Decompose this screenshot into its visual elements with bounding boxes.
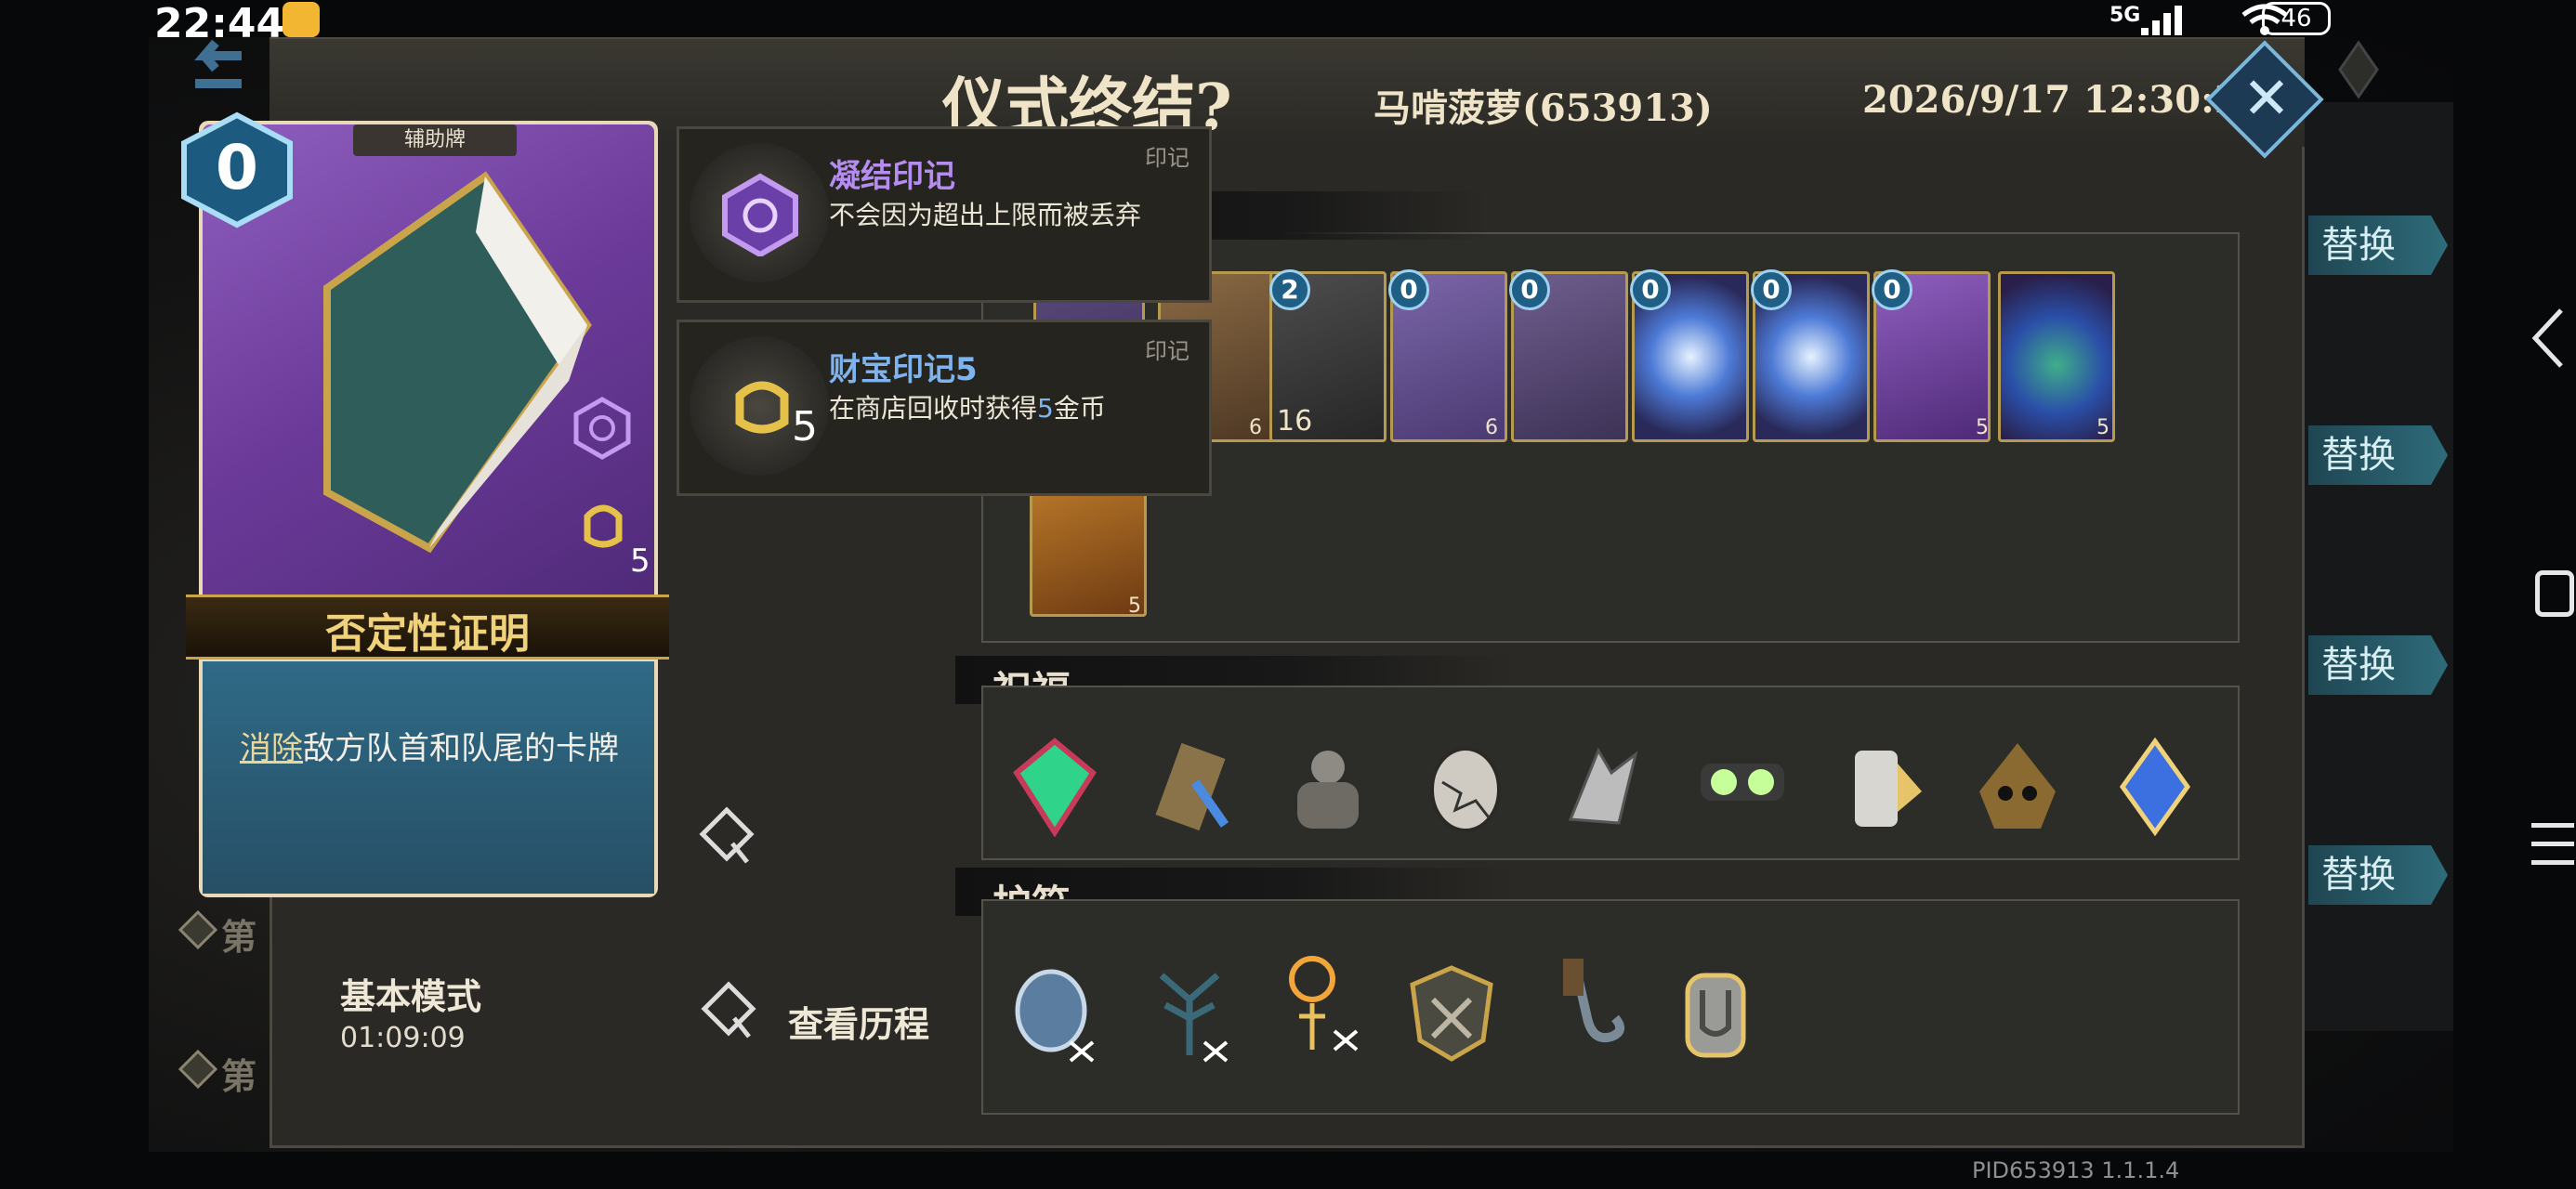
deck-card-2-number: 6 (1485, 416, 1498, 439)
tooltip-treasure-icon-value: 5 (792, 403, 818, 451)
view-history-button[interactable]: 查看历程 (788, 996, 929, 1047)
notification-app-icon (283, 2, 320, 37)
replace-button-2[interactable]: 替换 (2308, 425, 2448, 485)
scroll-blade-icon[interactable] (1139, 736, 1242, 838)
card-keyword-link[interactable]: 消除 (240, 730, 303, 767)
deck-card-2-cost: 0 (1388, 269, 1429, 310)
golden-halo-icon[interactable] (1273, 951, 1366, 1053)
deck-card-1-stat: 16 (1277, 405, 1313, 438)
card-description-rest: 敌方队首和队尾的卡牌 (303, 730, 619, 767)
replace-button-4[interactable]: 替换 (2308, 845, 2448, 905)
map-marker-icon (699, 806, 755, 864)
deck-card-7-number: 5 (2096, 416, 2109, 439)
card-name: 否定性证明 (325, 610, 530, 658)
stage-label-1: 第 (221, 916, 257, 958)
tooltip-coagulation-desc: 不会因为超出上限而被丢弃 (829, 200, 1142, 230)
network-type-label: 5G (2109, 4, 2141, 27)
deck-card-1-cost: 2 (1269, 269, 1310, 310)
tooltip-coagulation-tag: 印记 (1145, 145, 1189, 171)
book-art-icon (323, 171, 592, 554)
deck-card-5-cost: 0 (1751, 269, 1792, 310)
hook-hand-icon[interactable] (1537, 953, 1630, 1055)
run-timer: 01:09:09 (340, 1022, 466, 1054)
ornament-icon (2338, 40, 2379, 99)
stage-diamond-icon-2 (178, 1050, 217, 1089)
deck-card-row2-1-number: 5 (1128, 594, 1141, 618)
card-type-label: 辅助牌 (353, 124, 517, 156)
cracked-egg-icon[interactable] (1414, 736, 1517, 838)
card-cost: 0 (216, 132, 258, 203)
dark-antler-icon[interactable] (1143, 962, 1236, 1065)
back-arrow-icon[interactable] (177, 37, 260, 102)
treasure-mark-value: 5 (630, 542, 651, 580)
replace-button-1[interactable]: 替换 (2308, 216, 2448, 275)
deck-card-6-cost: 0 (1872, 269, 1912, 310)
hooded-mask-icon[interactable] (1966, 736, 2069, 838)
signal-icon (2141, 6, 2182, 35)
history-icon[interactable] (701, 981, 756, 1040)
blue-crystal-icon[interactable] (2104, 736, 2206, 838)
tooltip-treasure-tag: 印记 (1145, 338, 1189, 364)
player-name: 马啃菠萝(653913) (1373, 86, 1713, 130)
treasure-tooltip-icon (735, 381, 789, 434)
goggles-icon[interactable] (1691, 736, 1794, 838)
close-icon[interactable]: ✕ (2234, 61, 2299, 136)
green-gem-icon[interactable] (1004, 736, 1106, 838)
treasure-mark-icon (584, 504, 623, 548)
replace-button-3[interactable]: 替换 (2308, 635, 2448, 695)
build-id: PID653913 1.1.1.4 (1972, 1157, 2180, 1183)
back-nav-icon[interactable] (2530, 307, 2567, 370)
golem-icon[interactable] (1277, 736, 1379, 838)
coagulation-tooltip-icon (722, 173, 798, 256)
tooltip-coagulation-title: 凝结印记 (829, 158, 955, 195)
mode-label: 基本模式 (340, 976, 482, 1017)
card-description-panel (203, 661, 654, 894)
menu-nav-icon[interactable] (2531, 817, 2574, 869)
winged-armor-icon[interactable] (1827, 736, 1929, 838)
blue-stone-icon[interactable] (1009, 962, 1102, 1065)
deck-card-3-cost: 0 (1509, 269, 1550, 310)
silver-gauntlet-icon[interactable] (1669, 962, 1762, 1065)
tooltip-treasure-desc: 在商店回收时获得5金币 (829, 393, 1106, 424)
card-description: 消除敌方队首和队尾的卡牌 (225, 725, 634, 773)
home-nav-icon[interactable] (2535, 570, 2574, 617)
battery-indicator: 46 (2262, 2, 2331, 35)
deck-card-partial-number: 6 (1249, 416, 1262, 439)
coagulation-mark-icon (573, 397, 631, 460)
deck-card-6-number: 5 (1976, 416, 1989, 439)
deck-card-4-cost: 0 (1630, 269, 1671, 310)
stage-diamond-icon-1 (178, 910, 217, 949)
hammer-shield-icon[interactable] (1405, 962, 1498, 1065)
stage-label-2: 第 (221, 1055, 257, 1097)
silver-claw-icon[interactable] (1552, 736, 1654, 838)
tooltip-treasure-title: 财宝印记5 (829, 351, 978, 388)
